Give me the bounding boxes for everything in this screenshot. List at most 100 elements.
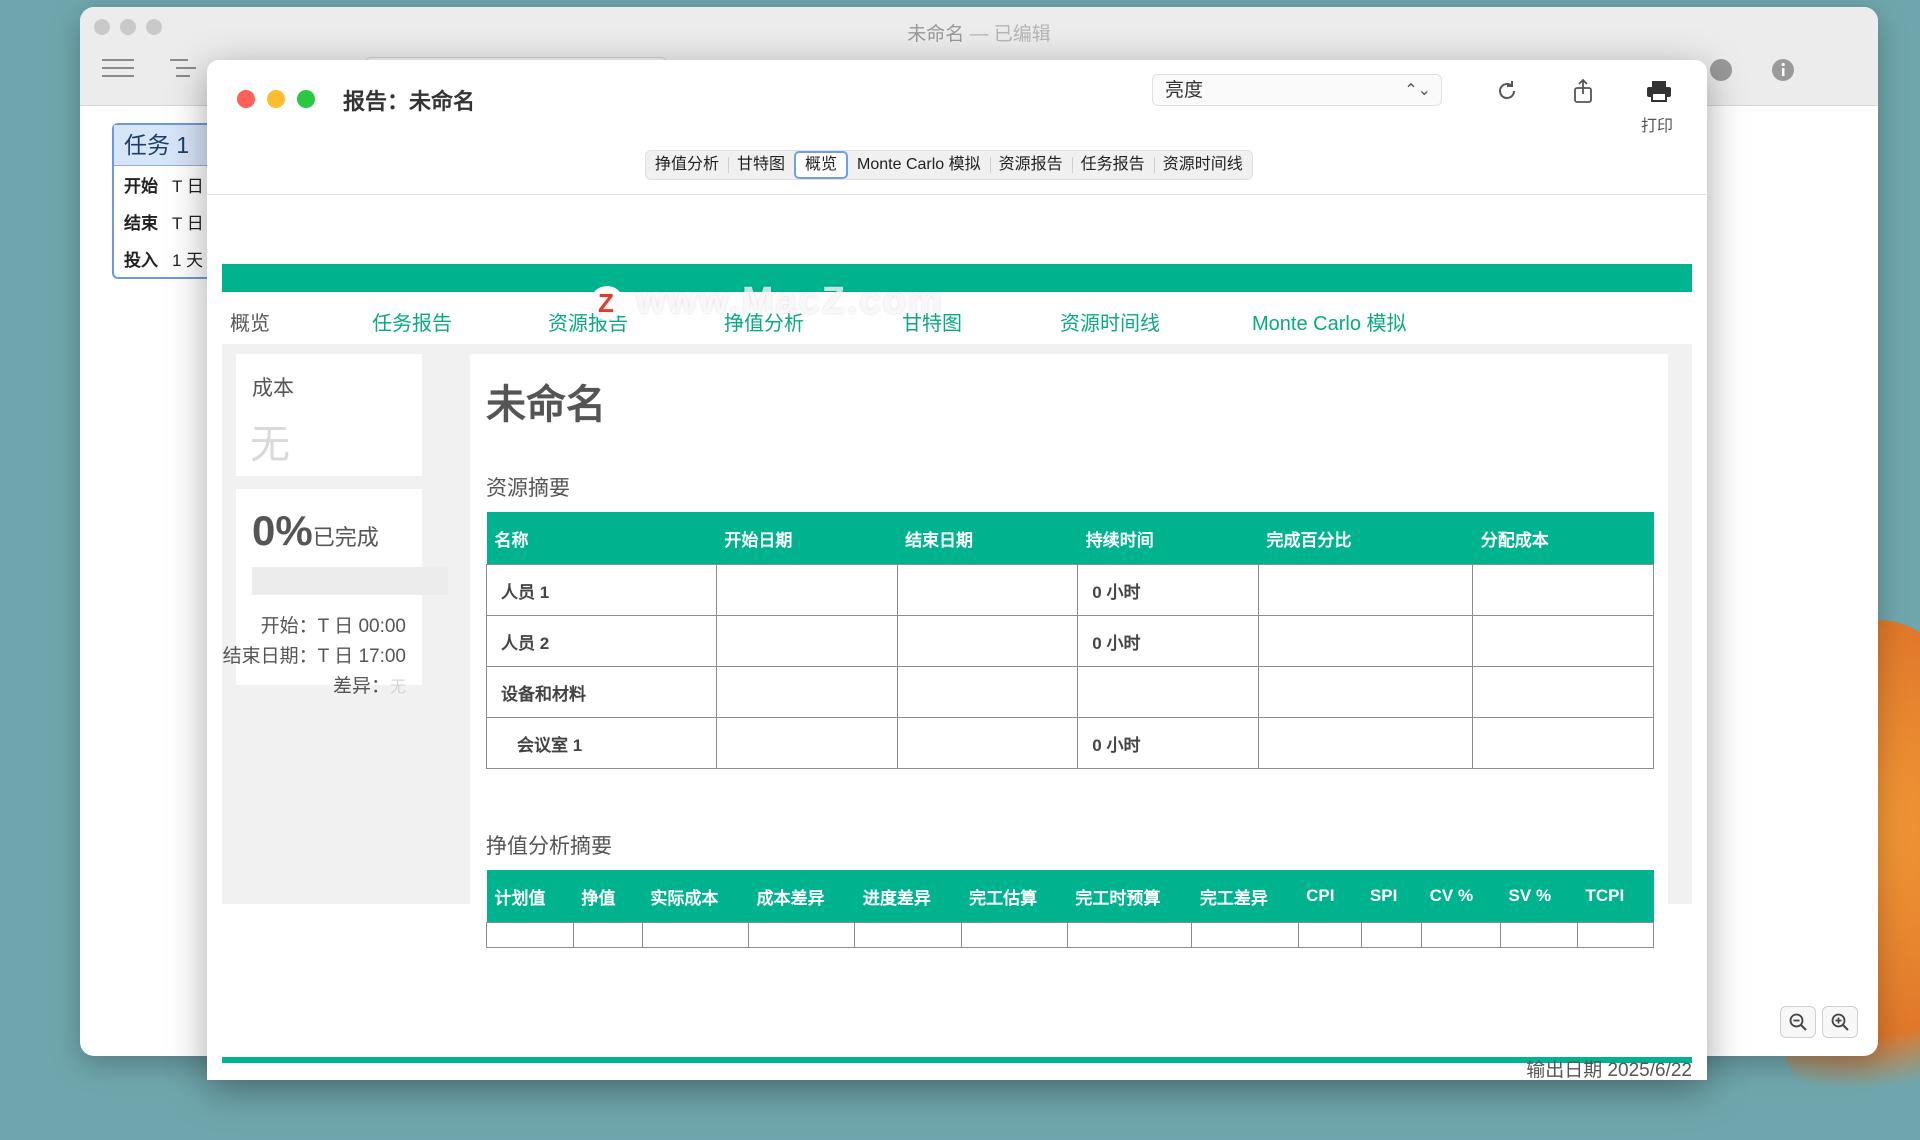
column-header: CV % xyxy=(1421,870,1501,923)
variance-label: 差异： xyxy=(332,676,390,697)
table-row xyxy=(485,922,1655,948)
table-cell: 0 小时 xyxy=(1077,717,1260,769)
report-title: 报告：未命名 xyxy=(343,89,476,114)
table-cell: 0 小时 xyxy=(1077,615,1260,667)
end-date: 结束日期：T 日 17:00 xyxy=(222,646,406,667)
progress-card: 0%已完成 开始：T 日 00:00 结束日期：T 日 17:00 差异：无 xyxy=(223,489,448,697)
table-cell xyxy=(1191,922,1299,948)
table-cell xyxy=(1472,615,1654,667)
export-date: 输出日期 2025/6/22 xyxy=(1526,1060,1692,1080)
segment-1[interactable]: 甘特图 xyxy=(728,151,794,179)
refresh-icon[interactable] xyxy=(1492,76,1522,106)
column-header: 进度差异 xyxy=(854,870,962,923)
report-window: 报告：未命名 亮度 ⌃⌄ 打印 挣值分析 甘特图 概览 Monte Carlo 模拟资… xyxy=(207,60,1707,1080)
report-content: 概览 任务报告 资源报告 挣值分析 甘特图 资源时间线 Monte Carlo 模拟 成本 … xyxy=(207,195,1707,1080)
footer-bar xyxy=(222,1057,1692,1063)
table-cell: 设备和材料 xyxy=(486,666,717,718)
inspector-icon[interactable] xyxy=(1770,57,1796,87)
zoom-in-icon[interactable] xyxy=(1822,1006,1858,1038)
tab-6[interactable]: Monte Carlo 模拟 xyxy=(1252,307,1407,336)
table-cell xyxy=(896,666,1079,718)
table-cell xyxy=(748,922,856,948)
table-cell xyxy=(1421,922,1502,948)
sidebar-toggle-icon[interactable] xyxy=(102,57,134,87)
tab-5[interactable]: 资源时间线 xyxy=(1060,307,1160,336)
theme-select[interactable]: 亮度 ⌃⌄ xyxy=(1152,74,1442,106)
segment-3[interactable]: Monte Carlo 模拟 xyxy=(848,151,990,179)
doc-title: 未命名 xyxy=(486,383,606,427)
report-titlebar: 报告：未命名 亮度 ⌃⌄ 打印 xyxy=(207,60,1707,138)
table-cell: 会议室 1 xyxy=(486,717,717,769)
table-cell xyxy=(1066,922,1193,948)
column-header: 计划值 xyxy=(486,870,574,923)
cost-value: 无 xyxy=(250,423,290,467)
share-icon[interactable] xyxy=(1568,76,1598,106)
table-cell xyxy=(715,564,898,616)
theme-select-value: 亮度 xyxy=(1165,80,1204,101)
column-header: 完成百分比 xyxy=(1258,512,1473,565)
window-title: 未命名 — 已编辑 xyxy=(907,24,1051,45)
table-cell xyxy=(1077,666,1260,718)
table-row: 设备和材料 xyxy=(486,666,1654,718)
column-header: 实际成本 xyxy=(642,870,749,923)
table-cell xyxy=(1472,666,1654,718)
progress-bar xyxy=(252,567,448,595)
watermark: Zwww.MacZ.com xyxy=(590,280,944,323)
zoom-button[interactable] xyxy=(297,90,315,108)
tab-0[interactable]: 概览 xyxy=(230,307,270,336)
table-cell: 人员 1 xyxy=(486,564,717,616)
column-header: SPI xyxy=(1361,870,1422,923)
column-header: TCPI xyxy=(1577,870,1654,923)
column-header: 名称 xyxy=(486,512,717,565)
segment-2[interactable]: 概览 xyxy=(794,151,849,179)
variance: 差异：无 xyxy=(333,671,406,698)
outline-icon[interactable] xyxy=(170,57,196,87)
segment-5[interactable]: 任务报告 xyxy=(1071,151,1154,179)
segment-4[interactable]: 资源报告 xyxy=(989,151,1072,179)
segment-0[interactable]: 挣值分析 xyxy=(646,151,728,179)
watermark-text: www.MacZ.com xyxy=(636,280,944,322)
table-cell xyxy=(896,615,1079,667)
table-cell xyxy=(1500,922,1578,948)
percent-complete: 0%已完成 xyxy=(252,507,379,555)
ev-summary-title: 挣值分析摘要 xyxy=(486,835,612,858)
main-report-card: 未命名 资源摘要 名称 开始日期 结束日期 持续时间 完成百分比 分配成本 人员 1 0 小… xyxy=(470,354,1668,1024)
column-header: 完工差异 xyxy=(1191,870,1299,923)
report-type-bar: 挣值分析 甘特图 概览 Monte Carlo 模拟 资源报告 任务报告 资源时间线 xyxy=(207,138,1707,195)
column-header: SV % xyxy=(1500,870,1578,923)
table-cell xyxy=(715,666,898,718)
cost-card: 成本 无 xyxy=(236,354,422,476)
close-button[interactable] xyxy=(237,90,255,108)
variance-value: 无 xyxy=(389,679,406,696)
resource-summary-table: 名称 开始日期 结束日期 持续时间 完成百分比 分配成本 人员 10 小时 人员 20 小时… xyxy=(486,512,1654,769)
header-bar xyxy=(222,264,1692,292)
column-header: 结束日期 xyxy=(897,512,1078,565)
print-icon[interactable] xyxy=(1644,76,1674,106)
column-header: 完工时预算 xyxy=(1067,870,1192,923)
table-cell xyxy=(854,922,962,948)
table-cell xyxy=(1576,922,1655,948)
column-header: 成本差异 xyxy=(748,870,855,923)
table-cell xyxy=(485,922,575,948)
table-row: 会议室 1 0 小时 xyxy=(486,717,1654,769)
tab-1[interactable]: 任务报告 xyxy=(372,307,452,336)
table-cell xyxy=(641,922,750,948)
report-panel: 成本 无 0%已完成 开始：T 日 00:00 结束日期：T 日 17:00 差… xyxy=(222,344,1692,1024)
hand-icon[interactable] xyxy=(1708,57,1734,87)
table-cell xyxy=(1258,615,1474,667)
zoom-out-icon[interactable] xyxy=(1780,1006,1816,1038)
segment-6[interactable]: 资源时间线 xyxy=(1153,151,1252,179)
minimize-button[interactable] xyxy=(267,90,285,108)
table-cell xyxy=(896,717,1079,769)
table-cell: 0 小时 xyxy=(1077,564,1260,616)
column-header: 挣值 xyxy=(573,870,643,923)
column-header: 开始日期 xyxy=(716,512,898,565)
zoom-controls xyxy=(1780,1006,1858,1038)
table-row: 人员 2 0 小时 xyxy=(486,615,1654,667)
watermark-logo-icon: Z xyxy=(590,285,624,320)
table-cell xyxy=(715,717,898,769)
chevron-updown-icon: ⌃⌄ xyxy=(1404,82,1431,99)
table-header-row: 名称 开始日期 结束日期 持续时间 完成百分比 分配成本 xyxy=(486,512,1654,565)
table-cell xyxy=(1258,564,1474,616)
table-row: 人员 1 0 小时 xyxy=(486,564,1654,616)
